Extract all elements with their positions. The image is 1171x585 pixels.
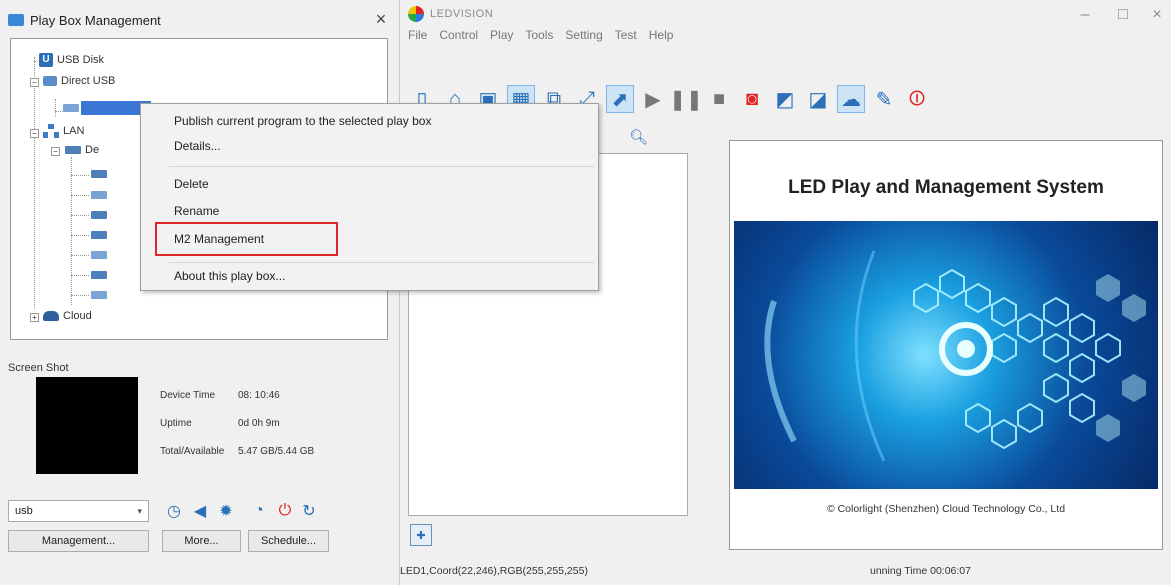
tree-node-direct-usb[interactable]: Direct USB [43,73,115,89]
tree-label: Cloud [63,310,92,322]
device-icon[interactable] [91,271,107,279]
hexagon-art [764,250,1146,462]
screen-check-icon[interactable]: ◪ [804,85,832,113]
menu-play[interactable]: Play [490,28,513,42]
add-program-button[interactable]: ✚ [410,524,432,546]
menu-control[interactable]: Control [439,28,478,42]
menu-test[interactable]: Test [615,28,637,42]
expand-toggle[interactable]: − [30,129,39,138]
select-icon[interactable]: ⬈ [606,85,634,113]
more-button[interactable]: More... [162,530,241,552]
splash-footer: © Colorlight (Shenzhen) Cloud Technology… [826,503,1066,515]
splash-panel: LED Play and Management System © Colorli… [729,140,1163,550]
menu-setting[interactable]: Setting [565,28,602,42]
status-coords: LED1,Coord(22,246),RGB(255,255,255) [400,565,588,577]
status-running-time: unning Time 00:06:07 [870,565,971,577]
highlight-box [155,222,338,256]
schedule-button[interactable]: Schedule... [248,530,329,552]
panel-title-bar: Play Box Management [8,10,161,30]
ledvision-window: LEDVISION – □ × File Control Play Tools … [400,0,1171,585]
tree-label: LAN [63,125,85,137]
context-menu: Publish current program to the selected … [140,103,599,291]
storage-value: 5.47 GB/5.44 GB [238,446,315,457]
device-group-icon [65,146,81,154]
panel-close-button[interactable]: × [370,8,392,30]
menu-file[interactable]: File [408,28,427,42]
menu-item-details[interactable]: Details... [174,139,221,153]
tree-node-lan[interactable]: LAN [43,123,84,139]
screenshot-label: Screen Shot [8,362,69,374]
expand-toggle[interactable]: + [30,313,39,322]
restart-icon[interactable]: ↻ [298,500,320,522]
expand-toggle[interactable]: − [51,147,60,156]
device-icon[interactable] [91,231,107,239]
menu-tools[interactable]: Tools [525,28,553,42]
tree-label: USB Disk [57,54,105,66]
search-icon[interactable]: 🔍︎ [629,128,648,146]
uptime-label: Uptime [160,418,192,429]
device-icon [63,104,79,112]
menu-item-about[interactable]: About this play box... [174,269,285,283]
menu-item-delete[interactable]: Delete [174,177,209,191]
brightness-icon[interactable]: ✹ [215,500,237,522]
device-time-label: Device Time [160,390,216,401]
device-icon[interactable] [91,291,107,299]
power-timer-icon[interactable]: ◔ [248,500,270,522]
minimize-button[interactable]: – [1070,4,1100,26]
tools-icon[interactable]: ✎ [870,85,898,113]
device-select[interactable]: usb ▾ [8,500,149,522]
tree-label: De [85,144,100,156]
network-icon [43,124,59,138]
screen-settings-icon[interactable]: ◩ [771,85,799,113]
play-icon[interactable]: ▶ [639,85,667,113]
power-off-icon[interactable]: ⏼ [903,85,931,113]
device-time-value: 08: 10:46 [238,390,280,401]
pause-icon[interactable]: ❚❚ [669,85,703,113]
device-icon[interactable] [91,251,107,259]
cloud-icon [43,311,59,321]
menu-separator [169,262,594,263]
menu-item-rename[interactable]: Rename [174,204,219,218]
menu-item-publish[interactable]: Publish current program to the selected … [174,114,431,128]
storage-label: Total/Available [160,446,225,457]
device-icon[interactable] [91,211,107,219]
app-logo-icon [408,6,424,22]
stop-icon[interactable]: ■ [705,85,733,113]
device-select-value: usb [15,505,33,517]
device-icon[interactable] [91,170,107,178]
panel-title: Play Box Management [30,12,161,28]
volume-icon[interactable]: ◀ [189,500,211,522]
chevron-down-icon: ▾ [137,505,142,516]
splash-artwork [734,221,1158,489]
menu-help[interactable]: Help [649,28,674,42]
menu-bar: File Control Play Tools Setting Test Hel… [408,28,673,42]
play-box-icon [8,14,24,26]
screenshot-preview [36,377,138,474]
tree-node-lan-device-group[interactable]: De [65,142,99,158]
record-icon[interactable]: ◙ [738,85,766,113]
usb-disk-icon: U [39,53,53,67]
tree-node-usb-disk[interactable]: U USB Disk [39,52,104,68]
tree-node-cloud[interactable]: Cloud [43,308,92,324]
close-button[interactable]: × [1142,4,1171,26]
management-button[interactable]: Management... [8,530,149,552]
expand-toggle[interactable]: − [30,78,39,87]
menu-separator [169,166,594,167]
clock-icon[interactable]: ◷ [163,500,185,522]
usb-connection-icon [43,76,57,86]
cloud-screen-icon[interactable]: ☁ [837,85,865,113]
uptime-value: 0d 0h 9m [238,418,280,429]
splash-title: LED Play and Management System [788,177,1104,198]
app-title: LEDVISION [430,8,494,20]
device-icon[interactable] [91,191,107,199]
maximize-button[interactable]: □ [1108,4,1138,26]
power-icon[interactable]: ⏻ [274,500,296,522]
play-box-panel: Play Box Management × U USB Disk − Direc… [0,0,400,585]
app-title-bar: LEDVISION [408,6,493,22]
tree-label: Direct USB [61,75,116,87]
